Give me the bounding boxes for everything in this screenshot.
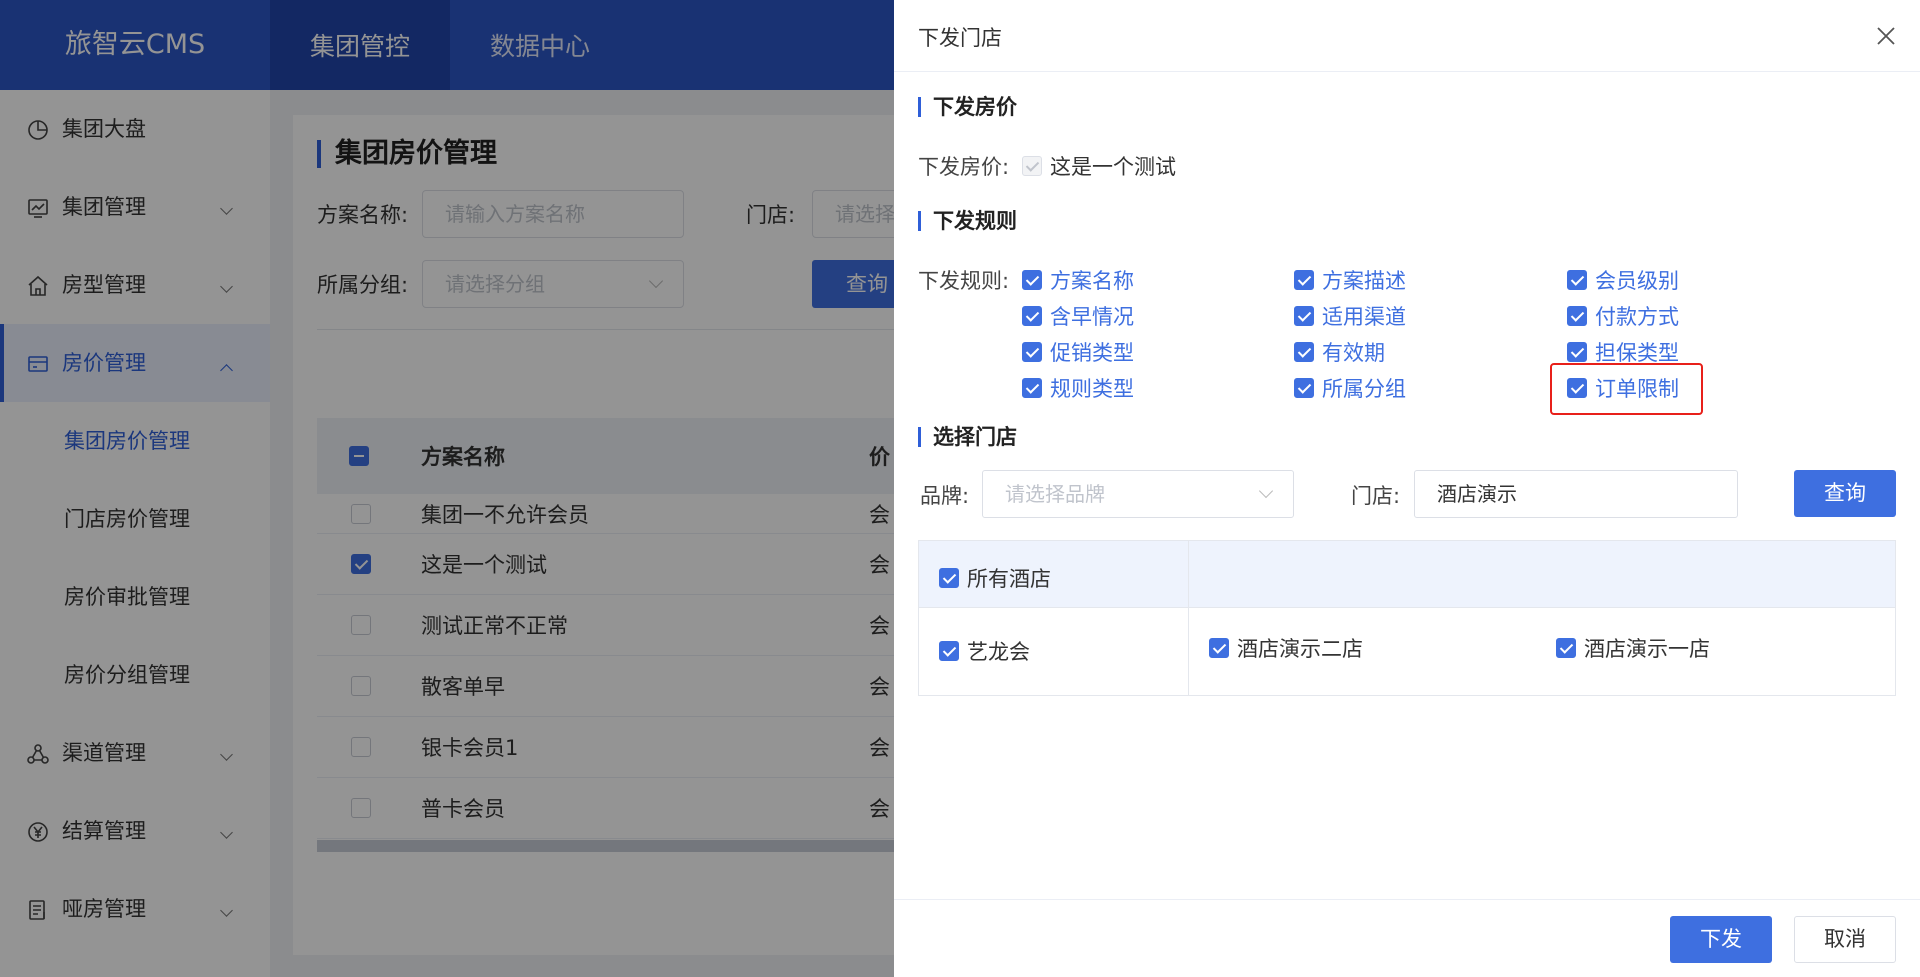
brand-select[interactable]: 请选择品牌 — [982, 470, 1294, 518]
drawer-title: 下发门店 — [918, 26, 1002, 50]
drawer-store-label: 门店: — [1351, 484, 1401, 508]
rule-checkbox[interactable] — [1022, 306, 1042, 326]
rule-label: 方案描述 — [1322, 269, 1406, 293]
rule-checkbox[interactable] — [1022, 342, 1042, 362]
rule-checkbox[interactable] — [1294, 306, 1314, 326]
section-title-rules: 下发规则 — [918, 211, 1017, 232]
section-title-store: 选择门店 — [918, 427, 1017, 448]
dispatch-button[interactable]: 下发 — [1670, 916, 1772, 963]
all-hotels-option[interactable]: 所有酒店 — [939, 563, 1051, 593]
rule-option-payment[interactable]: 付款方式 — [1567, 301, 1679, 331]
price-checkbox-disabled — [1022, 156, 1042, 176]
drawer-header: 下发门店 — [894, 0, 1920, 72]
rule-checkbox[interactable] — [1022, 270, 1042, 290]
chevron-down-icon — [1258, 483, 1274, 499]
rule-checkbox[interactable] — [1567, 306, 1587, 326]
drawer-store-value: 酒店演示 — [1437, 482, 1517, 506]
brand-label: 品牌: — [920, 484, 970, 508]
price-option: 这是一个测试 — [1022, 151, 1176, 181]
hotel-checkbox[interactable] — [1209, 638, 1229, 658]
rule-label: 规则类型 — [1050, 377, 1134, 401]
rule-label: 方案名称 — [1050, 269, 1134, 293]
hotel-selection-table: 所有酒店 艺龙会 酒店演示二店 酒店演示一店 — [918, 540, 1896, 696]
hotel-name: 酒店演示二店 — [1237, 637, 1363, 661]
drawer-query-button[interactable]: 查询 — [1794, 470, 1896, 517]
rule-checkbox[interactable] — [1294, 342, 1314, 362]
rule-label: 适用渠道 — [1322, 305, 1406, 329]
hotel-option-demo-2[interactable]: 酒店演示二店 — [1209, 633, 1363, 663]
hotel-checkbox[interactable] — [1556, 638, 1576, 658]
rule-checkbox[interactable] — [1294, 378, 1314, 398]
brand-checkbox[interactable] — [939, 641, 959, 661]
rules-label: 下发规则: — [918, 269, 1010, 293]
section-title-price: 下发房价 — [918, 97, 1017, 118]
price-value: 这是一个测试 — [1050, 155, 1176, 179]
rule-option-breakfast[interactable]: 含早情况 — [1022, 301, 1134, 331]
rule-checkbox[interactable] — [1294, 270, 1314, 290]
brand-placeholder: 请选择品牌 — [1005, 482, 1105, 506]
drawer-store-input[interactable]: 酒店演示 — [1414, 470, 1738, 518]
rule-option-promotion[interactable]: 促销类型 — [1022, 337, 1134, 367]
hotel-table-header: 所有酒店 — [919, 541, 1895, 608]
rule-option-rule-type[interactable]: 规则类型 — [1022, 373, 1134, 403]
rule-checkbox[interactable] — [1567, 342, 1587, 362]
cancel-button[interactable]: 取消 — [1794, 916, 1896, 963]
rule-label: 含早情况 — [1050, 305, 1134, 329]
rule-option-scheme-name[interactable]: 方案名称 — [1022, 265, 1134, 295]
drawer-footer-divider — [894, 899, 1920, 900]
brand-option-elong[interactable]: 艺龙会 — [939, 636, 1030, 666]
all-hotels-checkbox[interactable] — [939, 568, 959, 588]
rule-option-group[interactable]: 所属分组 — [1294, 373, 1406, 403]
brand-name: 艺龙会 — [967, 640, 1030, 664]
rule-label: 促销类型 — [1050, 341, 1134, 365]
hotel-option-demo-1[interactable]: 酒店演示一店 — [1556, 633, 1710, 663]
rule-label: 有效期 — [1322, 341, 1385, 365]
price-label: 下发房价: — [918, 155, 1010, 179]
rule-checkbox[interactable] — [1567, 270, 1587, 290]
rule-checkbox[interactable] — [1022, 378, 1042, 398]
rule-option-scheme-desc[interactable]: 方案描述 — [1294, 265, 1406, 295]
close-icon[interactable] — [1874, 24, 1898, 48]
column-divider — [1188, 541, 1189, 695]
hotel-name: 酒店演示一店 — [1584, 637, 1710, 661]
all-hotels-label: 所有酒店 — [967, 567, 1051, 591]
rule-label: 会员级别 — [1595, 269, 1679, 293]
rule-label: 所属分组 — [1322, 377, 1406, 401]
rule-option-validity[interactable]: 有效期 — [1294, 337, 1385, 367]
rule-option-member-level[interactable]: 会员级别 — [1567, 265, 1679, 295]
highlight-annotation-box — [1550, 363, 1703, 415]
rule-option-channel[interactable]: 适用渠道 — [1294, 301, 1406, 331]
rule-label: 付款方式 — [1595, 305, 1679, 329]
